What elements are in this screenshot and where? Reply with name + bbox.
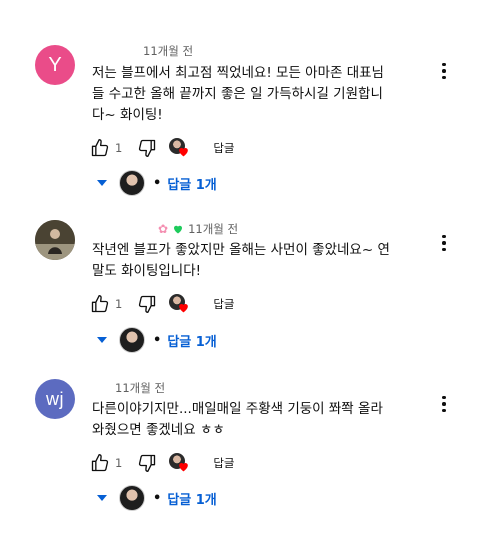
more-options-icon[interactable] (436, 233, 452, 253)
replier-avatar (119, 485, 145, 511)
comment-actions: 1 답글 (88, 451, 235, 475)
pink-blossom-icon: ✿ (158, 222, 169, 236)
comment-actions: 1 답글 (88, 292, 235, 316)
reply-button[interactable]: 답글 (213, 140, 234, 156)
avatar-letter: wj (46, 388, 64, 409)
thumbs-up-icon[interactable] (88, 136, 112, 160)
view-replies-button[interactable]: • 답글 1개 (93, 485, 217, 511)
view-replies-button[interactable]: • 답글 1개 (93, 170, 217, 196)
more-options-icon[interactable] (436, 61, 452, 81)
chevron-down-icon (97, 180, 107, 186)
creator-heart-icon (169, 293, 191, 315)
comment-actions: 1 답글 (88, 136, 235, 160)
comment-time[interactable]: ✿ 11개월 전 (158, 221, 238, 237)
thumbs-down-icon[interactable] (135, 292, 159, 316)
replier-avatar (119, 170, 145, 196)
comment-time[interactable]: 11개월 전 (115, 380, 165, 396)
comment-text: 다른이야기지만...매일매일 주황색 기둥이 쫘쫙 올라 와줬으면 좋겠네요 ㅎ… (92, 401, 383, 438)
comment-text: 저는 블프에서 최고점 찍었네요! 모든 아마존 대표님 들 수고한 올해 끝까… (92, 65, 384, 123)
like-count: 1 (115, 141, 123, 155)
avatar[interactable]: Y (35, 45, 75, 85)
chevron-down-icon (97, 337, 107, 343)
like-count: 1 (115, 297, 123, 311)
comment-text: 작년엔 블프가 좋았지만 올해는 사먼이 좋았네요~ 연 말도 화이팅입니다! (92, 242, 390, 279)
like-count: 1 (115, 456, 123, 470)
thumbs-down-icon[interactable] (135, 451, 159, 475)
thumbs-down-icon[interactable] (135, 136, 159, 160)
view-replies-button[interactable]: • 답글 1개 (93, 327, 217, 353)
avatar[interactable]: wj (35, 379, 75, 419)
avatar-letter: Y (48, 53, 62, 76)
reply-button[interactable]: 답글 (213, 296, 234, 312)
replies-count: 답글 1개 (167, 492, 217, 508)
reply-button[interactable]: 답글 (213, 455, 234, 471)
creator-heart-icon (169, 452, 191, 474)
replies-count: 답글 1개 (167, 334, 217, 350)
replier-avatar (119, 327, 145, 353)
creator-heart-icon (169, 137, 191, 159)
more-options-icon[interactable] (436, 394, 452, 414)
green-heart-icon (174, 225, 183, 234)
thumbs-up-icon[interactable] (88, 451, 112, 475)
comment-time[interactable]: 11개월 전 (143, 43, 193, 59)
replies-count: 답글 1개 (167, 177, 217, 193)
chevron-down-icon (97, 495, 107, 501)
avatar[interactable] (35, 220, 75, 260)
thumbs-up-icon[interactable] (88, 292, 112, 316)
